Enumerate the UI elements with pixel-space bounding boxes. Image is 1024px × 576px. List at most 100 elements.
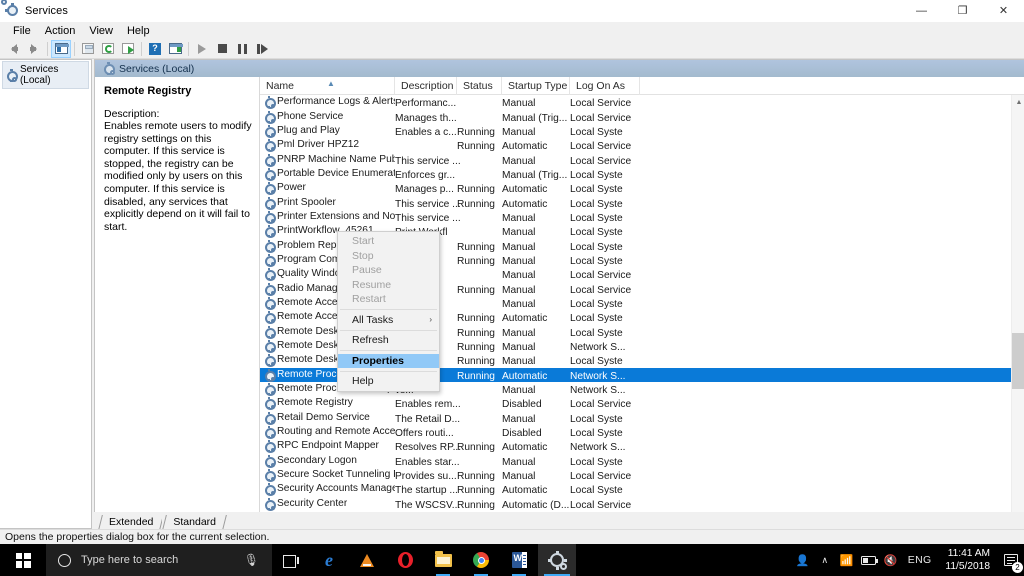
restart-service-button[interactable] xyxy=(252,40,272,58)
taskbar-vlc[interactable] xyxy=(348,544,386,576)
menu-file[interactable]: File xyxy=(6,24,38,38)
battery-icon[interactable] xyxy=(858,544,880,576)
word-icon: W xyxy=(512,552,527,568)
toolbar-separator xyxy=(188,42,189,56)
action-center-button[interactable]: 2 xyxy=(998,544,1024,576)
tab-extended[interactable]: Extended xyxy=(98,515,162,529)
microphone-icon[interactable]: 🎙 xyxy=(244,553,259,567)
services-gear-icon xyxy=(264,327,274,337)
start-button[interactable] xyxy=(0,544,46,576)
service-name: Portable Device Enumerator... xyxy=(277,167,395,181)
language-indicator[interactable]: ENG xyxy=(902,544,938,576)
column-header-description[interactable]: Description xyxy=(395,77,457,95)
cell-name: Security Accounts Manager xyxy=(260,482,395,496)
column-header-startup-type[interactable]: Startup Type xyxy=(502,77,570,95)
scroll-up-arrow-icon[interactable]: ▲ xyxy=(1012,95,1024,109)
tab-standard[interactable]: Standard xyxy=(162,515,225,529)
restart-icon xyxy=(257,44,268,54)
search-circle-icon xyxy=(58,554,71,567)
properties-button[interactable] xyxy=(78,40,98,58)
menu-item-label: Start xyxy=(352,235,374,247)
pause-service-button[interactable] xyxy=(232,40,252,58)
taskbar-task-view[interactable] xyxy=(272,544,310,576)
taskbar-file-explorer[interactable] xyxy=(424,544,462,576)
stop-service-button[interactable] xyxy=(212,40,232,58)
refresh-button[interactable] xyxy=(98,40,118,58)
taskbar-microsoft-edge[interactable]: e xyxy=(310,544,348,576)
taskbar-opera[interactable] xyxy=(386,544,424,576)
cell-name: RPC Endpoint Mapper xyxy=(260,439,395,453)
description-label: Description: xyxy=(104,108,252,120)
services-window: Services — ❐ ✕ File Action View Help xyxy=(0,0,1024,544)
back-button[interactable] xyxy=(4,40,24,58)
menu-item-pause: Pause xyxy=(338,263,439,278)
menu-view[interactable]: View xyxy=(82,24,120,38)
minimize-button[interactable]: — xyxy=(901,0,942,22)
start-service-button[interactable] xyxy=(192,40,212,58)
taskbar-microsoft-word[interactable]: W xyxy=(500,544,538,576)
window-title: Services xyxy=(25,5,68,17)
tree-item-label: Services (Local) xyxy=(20,64,85,86)
action-pane-icon xyxy=(169,43,182,54)
services-gear-icon xyxy=(264,427,274,437)
details-pane: Services (Local) Remote Registry Descrip… xyxy=(94,59,1024,529)
service-name: Print Spooler xyxy=(277,196,336,210)
show-hidden-icons-chevron[interactable]: ∧ xyxy=(814,544,836,576)
menu-item-all-tasks[interactable]: All Tasks› xyxy=(338,313,439,328)
menu-item-help[interactable]: Help xyxy=(338,374,439,389)
scrollbar-thumb[interactable] xyxy=(1012,333,1024,389)
wifi-icon[interactable]: 📶 xyxy=(836,544,858,576)
clock[interactable]: 11:41 AM 11/5/2018 xyxy=(937,544,998,576)
vertical-scrollbar[interactable]: ▲ ▼ xyxy=(1011,95,1024,530)
services-gear-icon xyxy=(264,312,274,322)
service-name: Performance Logs & Alerts xyxy=(277,95,395,109)
column-header-status[interactable]: Status xyxy=(457,77,502,95)
column-header-log-on-as[interactable]: Log On As xyxy=(570,77,640,95)
task-view-icon xyxy=(283,554,299,567)
services-gear-icon xyxy=(264,370,274,380)
menu-help[interactable]: Help xyxy=(120,24,157,38)
people-icon[interactable]: 👤 xyxy=(792,544,814,576)
services-gear-icon xyxy=(264,284,274,294)
menu-item-label: Properties xyxy=(352,355,404,367)
services-gear-icon xyxy=(264,441,274,451)
cell-name: Performance Logs & Alerts xyxy=(260,95,395,109)
edge-icon: e xyxy=(325,551,333,569)
services-gear-icon xyxy=(264,155,274,165)
help-icon: ? xyxy=(149,43,161,55)
forward-button[interactable] xyxy=(24,40,44,58)
scope-header-label: Services (Local) xyxy=(119,63,194,75)
search-input[interactable]: Type here to search 🎙 xyxy=(46,544,272,576)
help-button[interactable]: ? xyxy=(145,40,165,58)
show-hide-console-tree-button[interactable] xyxy=(51,40,71,58)
cell-name: Remote Registry xyxy=(260,396,395,410)
service-name: Security Center xyxy=(277,497,347,511)
menu-item-properties[interactable]: Properties xyxy=(338,354,439,369)
volume-muted-icon[interactable]: 🔇 xyxy=(880,544,902,576)
column-header-name[interactable]: Name ▲ xyxy=(260,77,395,95)
desktop-screen: Services — ❐ ✕ File Action View Help xyxy=(0,0,1024,576)
service-name: Retail Demo Service xyxy=(277,411,370,425)
search-placeholder: Type here to search xyxy=(81,554,178,566)
tree-item-services-local[interactable]: Services (Local) xyxy=(2,61,89,89)
export-list-button[interactable] xyxy=(118,40,138,58)
clock-time: 11:41 AM xyxy=(948,547,990,560)
show-action-pane-button[interactable] xyxy=(165,40,185,58)
menu-action[interactable]: Action xyxy=(38,24,83,38)
close-button[interactable]: ✕ xyxy=(983,0,1024,22)
menu-item-label: Resume xyxy=(352,279,391,291)
taskbar-services[interactable] xyxy=(538,544,576,576)
submenu-chevron-icon: › xyxy=(429,315,432,324)
services-gear-icon xyxy=(264,298,274,308)
services-gear-icon xyxy=(103,63,114,74)
services-gear-icon xyxy=(264,384,274,394)
taskbar-google-chrome[interactable] xyxy=(462,544,500,576)
cell-name: Security Center xyxy=(260,497,395,511)
selected-service-name: Remote Registry xyxy=(104,85,252,97)
status-bar-text: Opens the properties dialog box for the … xyxy=(5,531,269,543)
menu-item-label: Pause xyxy=(352,264,382,276)
menu-item-refresh[interactable]: Refresh xyxy=(338,333,439,348)
restore-button[interactable]: ❐ xyxy=(942,0,983,22)
service-name: Printer Extensions and Notif... xyxy=(277,210,395,224)
context-menu: StartStopPauseResumeRestartAll Tasks›Ref… xyxy=(337,231,440,392)
